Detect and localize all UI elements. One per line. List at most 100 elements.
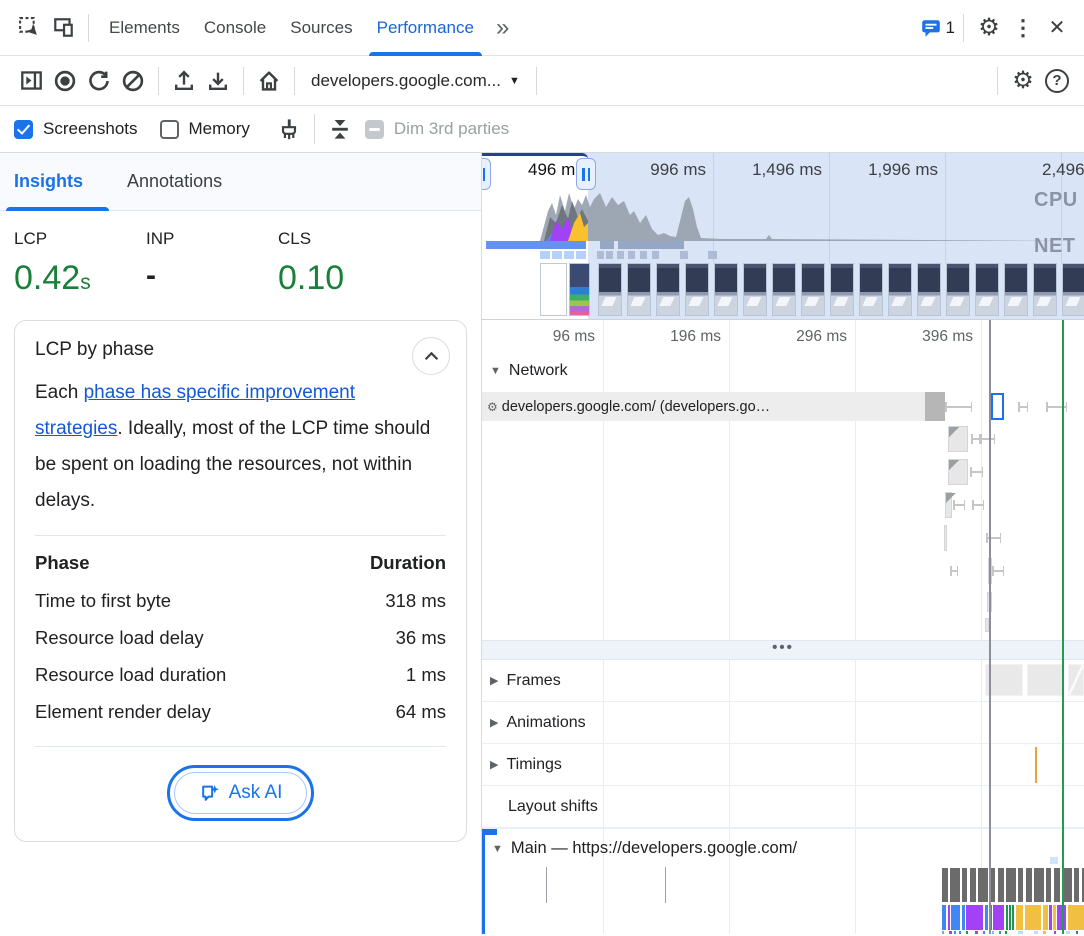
expand-arrow-icon[interactable]: ▶ [490,716,498,729]
kebab-menu-icon[interactable]: ⋮ [1006,11,1040,45]
tab-elements[interactable]: Elements [97,0,192,56]
filmstrip-frame[interactable] [598,263,622,316]
filmstrip-frame[interactable] [830,263,854,316]
capture-settings-gear-icon[interactable]: ⚙ [1006,64,1040,98]
dim-3rd-parties-checkbox[interactable] [365,120,384,139]
flame-segment[interactable] [1053,905,1056,930]
flame-segment[interactable] [1018,931,1023,934]
request-whisker[interactable] [979,438,995,440]
flame-segment[interactable] [1016,905,1023,930]
metric-inp[interactable]: INP - [146,229,278,298]
filmstrip-frame[interactable] [1033,263,1057,316]
request-whisker[interactable] [970,471,983,473]
flame-segment[interactable] [1043,905,1048,930]
track-timings[interactable]: ▶ Timings [482,744,1084,786]
filmstrip-frame-paint[interactable] [569,263,590,316]
collapse-card-button[interactable] [412,337,450,375]
flame-segment[interactable] [1009,905,1011,930]
request-whisker[interactable] [972,504,984,506]
memory-checkbox[interactable] [160,120,179,139]
tab-sources[interactable]: Sources [278,0,364,56]
expand-arrow-icon[interactable]: ▼ [492,843,503,855]
flame-segment[interactable] [1049,905,1052,930]
memory-checkbox-row[interactable]: Memory [160,119,250,139]
flame-segment[interactable] [1043,931,1046,934]
filmstrip-frame[interactable] [859,263,883,316]
track-layout-shifts[interactable]: Layout shifts [482,786,1084,828]
flame-segment[interactable] [962,905,965,930]
filmstrip-frame[interactable] [627,263,651,316]
track-resize-handle[interactable]: ••• [482,640,1084,660]
selection-left-handle[interactable] [482,158,491,190]
flame-segment[interactable] [1068,905,1084,930]
request-whisker[interactable] [945,406,972,408]
flame-segment[interactable] [999,931,1001,934]
flame-segment[interactable] [1025,905,1041,930]
request-whisker[interactable] [953,504,965,506]
expand-arrow-icon[interactable]: ▶ [490,758,498,771]
flame-segment[interactable] [942,905,946,930]
flame-segment[interactable] [1066,931,1070,934]
request-whisker[interactable] [992,570,1004,572]
flame-segment[interactable] [966,905,983,930]
flame-segment[interactable] [992,931,994,934]
flamechart-area[interactable]: 96 ms196 ms296 ms396 ms ▼ Network ⚙ deve… [482,320,1084,934]
flame-segment[interactable] [959,931,961,934]
download-profile-icon[interactable] [201,64,235,98]
flame-segment[interactable] [951,905,960,930]
request-block[interactable] [948,426,968,452]
record-reload-icon[interactable] [82,64,116,98]
filmstrip-frame[interactable] [946,263,970,316]
flame-segment[interactable] [954,931,956,934]
help-icon[interactable]: ? [1040,64,1074,98]
flame-segment[interactable] [966,931,968,934]
request-whisker[interactable] [1018,406,1028,408]
filmstrip-frame[interactable] [714,263,738,316]
network-request-bar[interactable]: ⚙ developers.google.com/ (developers.go… [482,392,945,421]
expand-arrow-icon[interactable]: ▼ [490,365,501,377]
screenshots-checkbox-row[interactable]: Screenshots [14,119,138,139]
target-page-select[interactable]: developers.google.com... ▼ [303,71,528,91]
flame-segment[interactable] [985,905,988,930]
flame-segment[interactable] [948,905,950,930]
filmstrip-frame[interactable] [772,263,796,316]
metric-lcp[interactable]: LCP 0.42s [14,229,146,298]
garbage-collect-brush-icon[interactable] [272,112,306,146]
filmstrip-frame[interactable] [975,263,999,316]
request-block[interactable] [944,525,947,551]
expand-arrow-icon[interactable]: ▶ [490,674,498,687]
request-block[interactable] [945,492,952,518]
issues-counter[interactable]: 1 [920,17,955,39]
selection-right-handle[interactable] [576,158,596,190]
device-toolbar-icon[interactable] [46,11,80,45]
ask-ai-button[interactable]: Ask AI [174,772,308,814]
timeline-overview[interactable]: 496 ms996 ms1,496 ms1,996 ms2,496 ms CPU… [482,153,1084,320]
frame-thumbnail[interactable] [1068,664,1084,696]
settings-gear-icon[interactable]: ⚙ [972,11,1006,45]
flame-segment[interactable] [942,931,944,934]
screenshots-checkbox[interactable] [14,120,33,139]
home-icon[interactable] [252,64,286,98]
track-animations[interactable]: ▶ Animations [482,702,1084,744]
clear-icon[interactable] [116,64,150,98]
metric-cls[interactable]: CLS 0.10 [278,229,410,298]
flame-segment[interactable] [1076,931,1078,934]
dim-3rd-parties-row[interactable]: Dim 3rd parties [365,119,509,139]
close-icon[interactable]: ✕ [1040,11,1074,45]
track-network[interactable]: ▼ Network [490,362,568,380]
request-block[interactable] [948,459,968,485]
filmstrip-frame[interactable] [801,263,825,316]
inspect-element-icon[interactable] [12,11,46,45]
track-main[interactable]: ▼ Main — https://developers.google.com/ [482,828,1084,934]
tab-insights[interactable]: Insights [14,153,83,211]
request-whisker[interactable] [950,570,958,572]
filmstrip-frame[interactable] [656,263,680,316]
flame-segment[interactable] [975,931,978,934]
timing-mark[interactable] [1035,747,1037,783]
flame-segment[interactable] [1054,931,1056,934]
collapse-tracks-icon[interactable] [323,112,357,146]
frame-thumbnail[interactable] [1027,664,1064,696]
tab-annotations[interactable]: Annotations [127,153,222,211]
filmstrip-frame-blank[interactable] [540,263,567,316]
flame-segment[interactable] [1012,905,1014,930]
